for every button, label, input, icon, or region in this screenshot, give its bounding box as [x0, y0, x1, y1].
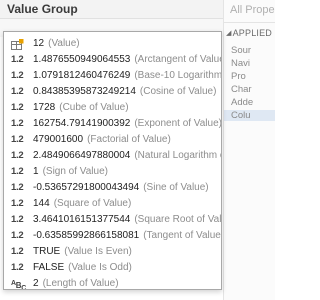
- row-value: 2: [33, 278, 39, 289]
- row-value: 479001600: [33, 134, 84, 145]
- list-item[interactable]: 12 (Value): [4, 36, 221, 52]
- decimal-number-icon: 1.2: [11, 230, 24, 241]
- row-value: -0.53657291800043494: [33, 182, 140, 193]
- decimal-number-icon: 1.2: [11, 246, 24, 257]
- row-value: 162754.79141900392: [33, 118, 131, 129]
- applied-step-item[interactable]: Char: [231, 84, 252, 95]
- list-item[interactable]: 1.2 144 (Square of Value): [4, 196, 221, 212]
- table-icon: [11, 36, 29, 52]
- list-item[interactable]: 1.2 TRUE (Value Is Even): [4, 244, 221, 260]
- list-item[interactable]: 1.2 2.4849066497880004 (Natural Logarithm…: [4, 148, 221, 164]
- decimal-number-icon: 1.2: [11, 262, 24, 273]
- value-preview-popup: 12 (Value) 1.2 1.4876550949064553 (Arctang…: [3, 31, 222, 290]
- list-item[interactable]: 1.2 1 (Sign of Value): [4, 164, 221, 180]
- row-description: (Value Is Odd): [68, 262, 132, 273]
- row-value: 12: [33, 38, 45, 49]
- list-item[interactable]: ABC 2 (Length of Value): [4, 276, 221, 290]
- power-query-editor: Value Group All Prope ◢APPLIED Sour Navi…: [0, 0, 275, 300]
- row-value: 144: [33, 198, 50, 209]
- row-value: 1.0791812460476249: [33, 70, 131, 81]
- row-description: (Exponent of Value): [134, 118, 221, 129]
- decimal-number-icon: 1.2: [11, 182, 24, 193]
- row-description: (Cube of Value): [59, 102, 129, 113]
- list-item[interactable]: 1.2 162754.79141900392 (Exponent of Value…: [4, 116, 221, 132]
- applied-steps-label: APPLIED: [232, 28, 273, 38]
- row-description: (Length of Value): [42, 278, 119, 289]
- list-item[interactable]: 1.2 FALSE (Value Is Odd): [4, 260, 221, 276]
- row-description: (Square of Value): [53, 198, 132, 209]
- list-item[interactable]: 1.2 3.4641016151377544 (Square Root of Va…: [4, 212, 221, 228]
- decimal-number-icon: 1.2: [11, 150, 24, 161]
- decimal-number-icon: 1.2: [11, 166, 24, 177]
- text-type-icon: ABC: [11, 280, 27, 290]
- list-item[interactable]: 1.2 1728 (Cube of Value): [4, 100, 221, 116]
- applied-steps-header[interactable]: ◢APPLIED: [226, 28, 272, 38]
- applied-step-item[interactable]: Sour: [231, 45, 251, 56]
- decimal-number-icon: 1.2: [11, 86, 24, 97]
- decimal-number-icon: 1.2: [11, 54, 24, 65]
- row-description: (Tangent of Value): [143, 230, 221, 241]
- row-value: FALSE: [33, 262, 65, 273]
- query-settings-pane: All Prope ◢APPLIED Sour Navi Pro Char Ad…: [223, 0, 275, 300]
- list-item[interactable]: 1.2 -0.63585992866158081 (Tangent of Valu…: [4, 228, 221, 244]
- list-item[interactable]: 1.2 0.84385395873249214 (Cosine of Value): [4, 84, 221, 100]
- row-description: (Arctangent of Value): [134, 54, 221, 65]
- decimal-number-icon: 1.2: [11, 134, 24, 145]
- row-value: 1: [33, 166, 39, 177]
- decimal-number-icon: 1.2: [11, 198, 24, 209]
- list-item[interactable]: 1.2 479001600 (Factorial of Value): [4, 132, 221, 148]
- row-description: (Value Is Even): [64, 246, 132, 257]
- decimal-number-icon: 1.2: [11, 214, 24, 225]
- row-value: TRUE: [33, 246, 61, 257]
- row-description: (Natural Logarithm of Value): [134, 150, 221, 161]
- collapse-caret-icon: ◢: [226, 30, 232, 37]
- column-header-label: Value Group: [7, 2, 78, 16]
- applied-step-item-selected[interactable]: Colu: [224, 110, 275, 121]
- list-item[interactable]: 1.2 -0.53657291800043494 (Sine of Value): [4, 180, 221, 196]
- list-item[interactable]: 1.2 1.0791812460476249 (Base-10 Logarithm…: [4, 68, 221, 84]
- row-description: (Cosine of Value): [139, 86, 217, 97]
- row-description: (Base-10 Logarithm of Value): [134, 70, 221, 81]
- row-value: 2.4849066497880004: [33, 150, 131, 161]
- decimal-number-icon: 1.2: [11, 70, 24, 81]
- row-description: (Sign of Value): [42, 166, 108, 177]
- applied-step-item[interactable]: Navi: [231, 58, 250, 69]
- row-value: -0.63585992866158081: [33, 230, 140, 241]
- column-header-value-group[interactable]: Value Group: [0, 0, 223, 19]
- applied-step-item[interactable]: Pro: [231, 71, 246, 82]
- all-properties-link[interactable]: All Prope: [230, 4, 275, 16]
- row-value: 0.84385395873249214: [33, 86, 136, 97]
- list-item[interactable]: 1.2 1.4876550949064553 (Arctangent of Val…: [4, 52, 221, 68]
- pane-divider: [224, 22, 275, 23]
- row-description: (Square Root of Value): [134, 214, 221, 225]
- row-value: 1728: [33, 102, 56, 113]
- row-description: (Factorial of Value): [87, 134, 171, 145]
- decimal-number-icon: 1.2: [11, 118, 24, 129]
- row-value: 1.4876550949064553: [33, 54, 131, 65]
- row-description: (Value): [48, 38, 80, 49]
- row-value: 3.4641016151377544: [33, 214, 131, 225]
- applied-step-item[interactable]: Adde: [231, 97, 253, 108]
- decimal-number-icon: 1.2: [11, 102, 24, 113]
- row-description: (Sine of Value): [143, 182, 209, 193]
